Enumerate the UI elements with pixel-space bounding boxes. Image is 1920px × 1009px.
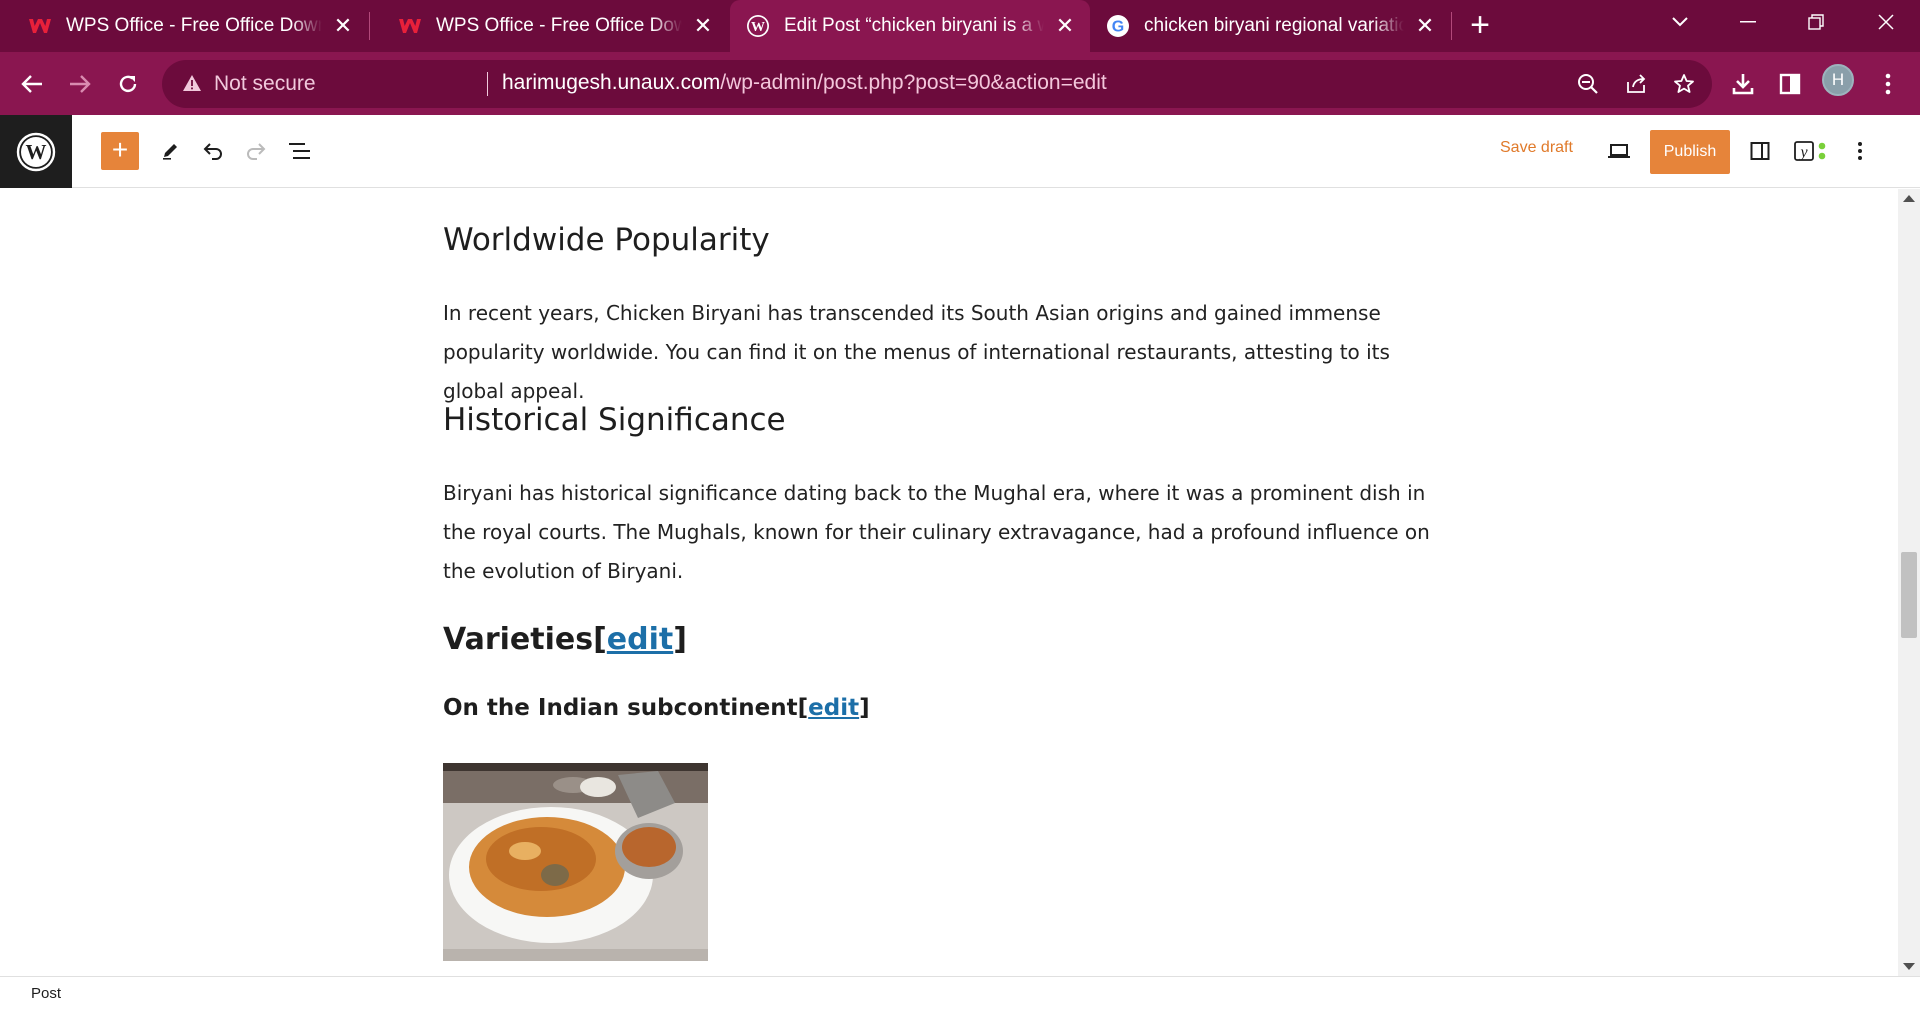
- yoast-seo-icon[interactable]: y: [1792, 135, 1832, 167]
- forward-icon[interactable]: [60, 64, 100, 104]
- warning-icon[interactable]: [182, 73, 202, 98]
- google-icon: G: [1106, 14, 1130, 38]
- profile-avatar[interactable]: H: [1822, 64, 1854, 96]
- block-breadcrumb-bar: Post: [0, 976, 1920, 1009]
- url-text[interactable]: harimugesh.unaux.com/wp-admin/post.php?p…: [502, 71, 1107, 95]
- svg-text:y: y: [1798, 144, 1808, 161]
- edit-link[interactable]: edit: [607, 622, 673, 657]
- side-panel-icon[interactable]: [1774, 68, 1806, 100]
- paragraph-historical-significance[interactable]: Biryani has historical significance dati…: [443, 474, 1443, 591]
- url-path: /wp-admin/post.php?post=90&action=edit: [720, 71, 1107, 94]
- settings-sidebar-icon[interactable]: [1744, 135, 1776, 167]
- back-icon[interactable]: [12, 64, 52, 104]
- tab-title: WPS Office - Free Office Download for PC…: [66, 15, 322, 36]
- address-bar[interactable]: Not secure harimugesh.unaux.com/wp-admin…: [162, 60, 1712, 108]
- preview-icon[interactable]: [1603, 135, 1635, 167]
- edit-tools-pencil-icon[interactable]: [154, 135, 186, 167]
- svg-text:W: W: [751, 20, 765, 35]
- tab-title: WPS Office - Free Office Download for PC…: [436, 15, 682, 36]
- save-draft-button[interactable]: Save draft: [1500, 139, 1573, 157]
- edit-link[interactable]: edit: [808, 695, 859, 721]
- wordpress-icon: W: [746, 14, 770, 38]
- minimize-icon[interactable]: [1718, 0, 1778, 44]
- heading-indian-subcontinent[interactable]: On the Indian subcontinent[edit]: [443, 695, 870, 721]
- tab-close-button[interactable]: ✕: [332, 15, 354, 37]
- scrollbar-thumb[interactable]: [1901, 552, 1917, 638]
- heading-varieties[interactable]: Varieties[edit]: [443, 622, 687, 657]
- tab-separator: [1451, 12, 1452, 40]
- reload-icon[interactable]: [108, 64, 148, 104]
- new-tab-button[interactable]: +: [1460, 6, 1500, 46]
- bracket: ]: [673, 622, 687, 657]
- url-host: harimugesh.unaux.com: [502, 71, 721, 94]
- bracket: [: [593, 622, 607, 657]
- heading-historical-significance[interactable]: Historical Significance: [443, 402, 786, 438]
- browser-toolbar: Not secure harimugesh.unaux.com/wp-admin…: [0, 52, 1920, 115]
- block-inserter-button[interactable]: +: [101, 132, 139, 170]
- share-icon[interactable]: [1622, 70, 1650, 98]
- scroll-down-arrow-icon[interactable]: [1903, 963, 1915, 970]
- paragraph-worldwide-popularity[interactable]: In recent years, Chicken Biryani has tra…: [443, 294, 1443, 411]
- restore-icon[interactable]: [1786, 0, 1846, 44]
- zoom-out-icon[interactable]: [1574, 70, 1602, 98]
- heading-worldwide-popularity[interactable]: Worldwide Popularity: [443, 222, 770, 258]
- scroll-up-arrow-icon[interactable]: [1903, 195, 1915, 202]
- tab-search-icon[interactable]: [1650, 0, 1710, 44]
- wps-icon: [28, 14, 52, 38]
- divider: [487, 72, 488, 96]
- tab-close-button[interactable]: ✕: [692, 15, 714, 37]
- bracket: [: [797, 695, 809, 721]
- svg-text:W: W: [26, 140, 47, 164]
- bracket: ]: [859, 695, 870, 721]
- browser-tab-wps-2[interactable]: WPS Office - Free Office Download for PC…: [370, 0, 728, 52]
- biryani-image[interactable]: [443, 763, 708, 961]
- close-window-icon[interactable]: [1856, 0, 1916, 44]
- tab-title: Edit Post “chicken biryani is a world fa…: [784, 15, 1044, 36]
- more-menu-icon[interactable]: [1872, 68, 1904, 100]
- redo-icon[interactable]: [240, 135, 272, 167]
- browser-tab-google-search[interactable]: G chicken biryani regional variations ✕: [1092, 0, 1450, 52]
- browser-tab-edit-post[interactable]: W Edit Post “chicken biryani is a world …: [730, 0, 1090, 52]
- editor-canvas[interactable]: Worldwide Popularity In recent years, Ch…: [0, 189, 1898, 976]
- tab-title: chicken biryani regional variations: [1144, 15, 1404, 36]
- editor-header: W + Save draft Publish y: [0, 115, 1920, 188]
- browser-tab-wps-1[interactable]: WPS Office - Free Office Download for PC…: [0, 0, 368, 52]
- breadcrumb-post[interactable]: Post: [31, 985, 61, 1002]
- bookmark-star-icon[interactable]: [1670, 70, 1698, 98]
- undo-icon[interactable]: [197, 135, 229, 167]
- document-overview-icon[interactable]: [284, 135, 316, 167]
- options-menu-icon[interactable]: [1844, 135, 1876, 167]
- wps-icon: [398, 14, 422, 38]
- tab-close-button[interactable]: ✕: [1414, 15, 1436, 37]
- heading-indian-subcontinent-text: On the Indian subcontinent: [443, 695, 798, 721]
- download-icon[interactable]: [1727, 68, 1759, 100]
- editor-scrollbar[interactable]: [1898, 189, 1920, 976]
- heading-varieties-text: Varieties: [443, 622, 594, 657]
- security-status[interactable]: Not secure: [214, 72, 316, 96]
- svg-text:G: G: [1112, 19, 1124, 36]
- wordpress-logo-icon[interactable]: W: [0, 115, 72, 188]
- tab-close-button[interactable]: ✕: [1054, 15, 1076, 37]
- publish-button[interactable]: Publish: [1650, 130, 1730, 174]
- browser-tab-strip: WPS Office - Free Office Download for PC…: [0, 0, 1920, 52]
